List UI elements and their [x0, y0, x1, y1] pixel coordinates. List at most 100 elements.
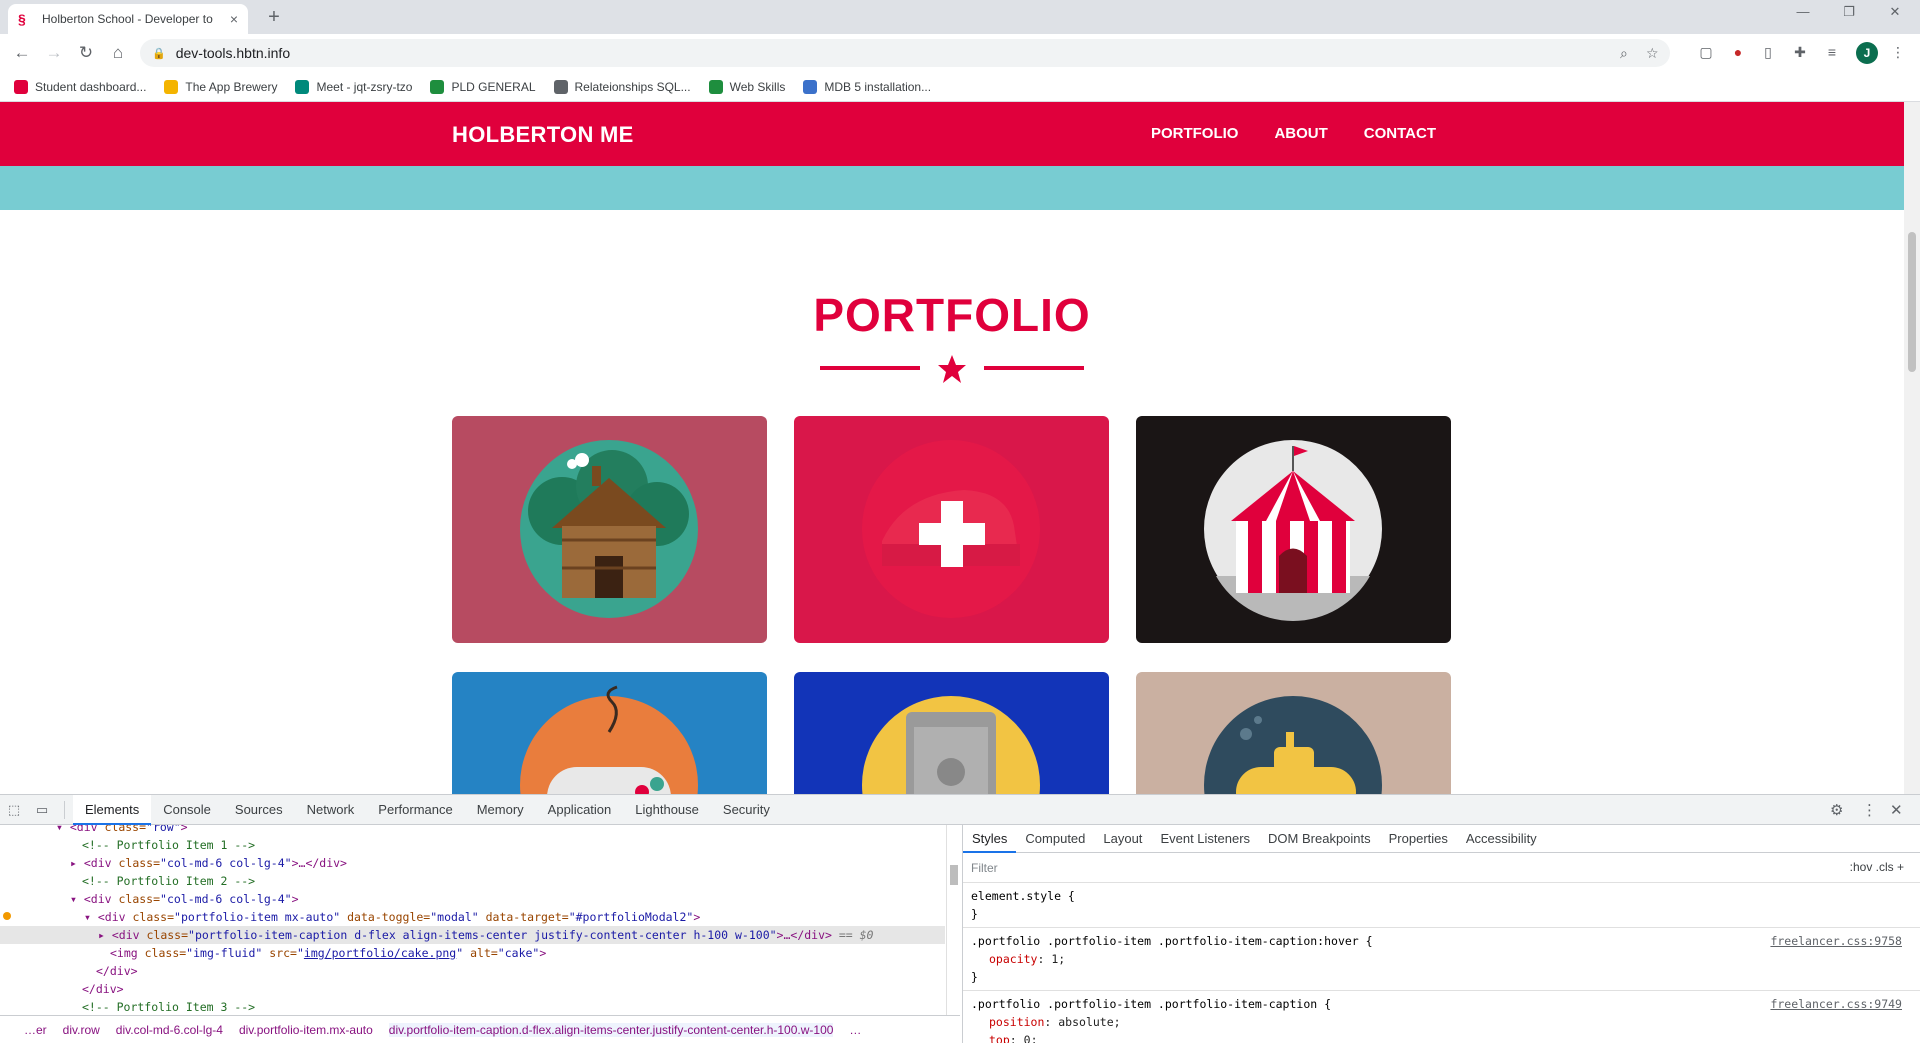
css-property[interactable]: opacity: 1;: [971, 950, 1912, 968]
css-source-link[interactable]: freelancer.css:9749: [1770, 995, 1902, 1013]
portfolio-item-cabin[interactable]: [452, 416, 767, 643]
breadcrumb-item[interactable]: …er: [24, 1023, 47, 1037]
dom-comment-row[interactable]: <!-- Portfolio Item 1 -->: [0, 836, 945, 854]
puzzle-icon[interactable]: ✚: [1790, 42, 1810, 62]
css-rule-close: }: [971, 907, 978, 921]
cake-icon: [862, 440, 1040, 618]
dom-comment-row[interactable]: <!-- Portfolio Item 2 -->: [0, 872, 945, 890]
page-scroll-thumb[interactable]: [1908, 232, 1916, 372]
css-property[interactable]: top: 0;: [971, 1031, 1912, 1043]
portfolio-item-game[interactable]: [452, 672, 767, 794]
nav-link-contact[interactable]: CONTACT: [1364, 125, 1436, 142]
css-property[interactable]: position: absolute;: [971, 1013, 1912, 1031]
styles-tab-layout[interactable]: Layout: [1094, 825, 1151, 853]
portfolio-item-submarine[interactable]: [1136, 672, 1451, 794]
styles-tab-properties[interactable]: Properties: [1380, 825, 1457, 853]
back-icon[interactable]: ←: [10, 41, 34, 65]
phone-extension-icon[interactable]: ▯: [1758, 42, 1778, 62]
forward-icon[interactable]: →: [42, 41, 66, 65]
css-rule[interactable]: .portfolio .portfolio-item .portfolio-it…: [963, 991, 1920, 1043]
styles-filter[interactable]: Filter :hov .cls +: [963, 853, 1920, 883]
tomato-extension-icon[interactable]: ●: [1728, 42, 1748, 62]
devtools-tab-lighthouse[interactable]: Lighthouse: [623, 795, 711, 825]
site-navbar: HOLBERTON ME PORTFOLIO ABOUT CONTACT: [0, 102, 1904, 166]
bookmark-item[interactable]: The App Brewery: [164, 79, 277, 94]
portfolio-item-circus[interactable]: [1136, 416, 1451, 643]
bookmark-label: Student dashboard...: [35, 79, 147, 94]
portfolio-item-cake[interactable]: [794, 416, 1109, 643]
breadcrumb-item[interactable]: div.row: [63, 1023, 100, 1037]
dom-node-row[interactable]: ▸ <div class="col-md-6 col-lg-4">…</div>: [0, 854, 945, 872]
extension-icon[interactable]: ▢: [1696, 42, 1716, 62]
css-rule[interactable]: .portfolio .portfolio-item .portfolio-it…: [963, 928, 1920, 991]
devtools-close-icon[interactable]: ✕: [1890, 801, 1903, 819]
new-tab-button[interactable]: +: [262, 6, 286, 30]
nav-link-portfolio[interactable]: PORTFOLIO: [1151, 125, 1239, 142]
filter-input[interactable]: Filter: [971, 861, 998, 875]
site-brand[interactable]: HOLBERTON ME: [452, 122, 634, 148]
portfolio-item-safe[interactable]: [794, 672, 1109, 794]
restore-icon[interactable]: ❐: [1826, 4, 1872, 20]
styles-tab-computed[interactable]: Computed: [1016, 825, 1094, 853]
bookmark-item[interactable]: Web Skills: [708, 79, 785, 94]
elements-scrollbar[interactable]: [946, 825, 960, 1015]
dom-node-row[interactable]: ▾ <div class="col-md-6 col-lg-4">: [0, 890, 945, 908]
dom-node-row-selected[interactable]: ▸ <div class="portfolio-item-caption d-f…: [0, 926, 945, 944]
devtools-tab-performance[interactable]: Performance: [366, 795, 464, 825]
styles-tab-bar: Styles Computed Layout Event Listeners DOM B…: [963, 825, 1920, 853]
dom-comment-row[interactable]: <!-- Portfolio Item 3 -->: [0, 998, 945, 1015]
styles-tab-accessibility[interactable]: Accessibility: [1457, 825, 1546, 853]
devtools-tab-network[interactable]: Network: [295, 795, 367, 825]
dom-node-row[interactable]: ▾ <div class="row">: [0, 825, 945, 836]
breadcrumb-item[interactable]: div.portfolio-item.mx-auto: [239, 1023, 373, 1037]
devtools-tab-elements[interactable]: Elements: [73, 794, 152, 825]
styles-tab-dom-breakpoints[interactable]: DOM Breakpoints: [1259, 825, 1380, 853]
game-controller-icon: [520, 685, 698, 794]
breadcrumb-more[interactable]: …: [849, 1023, 861, 1037]
device-toolbar-icon[interactable]: ▭: [28, 802, 56, 818]
bookmark-item[interactable]: Relateionships SQL...: [553, 79, 691, 94]
reading-list-icon[interactable]: ≡: [1822, 42, 1842, 62]
home-icon[interactable]: ⌂: [106, 41, 130, 65]
devtools-tab-console[interactable]: Console: [151, 795, 223, 825]
devtools-tab-sources[interactable]: Sources: [223, 795, 295, 825]
filter-tools[interactable]: :hov .cls +: [1850, 860, 1904, 874]
img-src-link[interactable]: img/portfolio/cake.png: [304, 946, 456, 960]
devtools-tab-security[interactable]: Security: [711, 795, 782, 825]
css-selector: element.style {: [971, 889, 1075, 903]
bookmark-item[interactable]: Student dashboard...: [14, 79, 147, 94]
nav-link-about[interactable]: ABOUT: [1274, 125, 1327, 142]
close-window-icon[interactable]: ✕: [1872, 4, 1918, 20]
zoom-icon[interactable]: ⌕: [1620, 39, 1628, 67]
inspect-element-icon[interactable]: ⬚: [0, 802, 28, 818]
tab-close-icon[interactable]: ×: [230, 11, 238, 27]
breadcrumb-item[interactable]: div.col-md-6.col-lg-4: [116, 1023, 223, 1037]
devtools-tab-memory[interactable]: Memory: [465, 795, 536, 825]
devtools-tab-application[interactable]: Application: [536, 795, 624, 825]
bookmark-item[interactable]: PLD GENERAL: [430, 79, 536, 94]
dom-close-row[interactable]: </div>: [0, 980, 945, 998]
dom-close-row[interactable]: </div>: [0, 962, 945, 980]
bookmark-item[interactable]: MDB 5 installation...: [803, 79, 931, 94]
devtools-menu-icon[interactable]: ⋮: [1862, 801, 1877, 819]
css-rule[interactable]: element.style {}: [963, 883, 1920, 928]
elements-tree[interactable]: ▾ <div class="row"> <!-- Portfolio Item …: [0, 825, 960, 1015]
page-scrollbar[interactable]: [1904, 102, 1920, 794]
dom-node-row[interactable]: <img class="img-fluid" src="img/portfoli…: [0, 944, 945, 962]
breadcrumb-item-active[interactable]: div.portfolio-item-caption.d-flex.align-…: [388, 1022, 834, 1037]
bookmark-star-icon[interactable]: ☆: [1646, 39, 1659, 67]
profile-avatar[interactable]: J: [1856, 42, 1878, 64]
bookmark-label: Meet - jqt-zsry-tzo: [316, 79, 413, 94]
minimize-icon[interactable]: —: [1780, 4, 1826, 19]
dom-node-row[interactable]: ▾ <div class="portfolio-item mx-auto" da…: [0, 908, 945, 926]
css-source-link[interactable]: freelancer.css:9758: [1770, 932, 1902, 950]
cabin-icon: [520, 440, 698, 618]
address-bar[interactable]: 🔒 dev-tools.hbtn.info ⌕ ☆: [140, 39, 1670, 67]
bookmark-item[interactable]: Meet - jqt-zsry-tzo: [295, 79, 413, 94]
styles-tab-styles[interactable]: Styles: [963, 825, 1017, 853]
reload-icon[interactable]: ↻: [74, 41, 98, 65]
devtools-settings-icon[interactable]: ⚙: [1830, 801, 1843, 819]
browser-tab[interactable]: § Holberton School - Developer to ×: [8, 4, 248, 34]
menu-kebab-icon[interactable]: ⋮: [1888, 42, 1908, 62]
styles-tab-event-listeners[interactable]: Event Listeners: [1151, 825, 1259, 853]
